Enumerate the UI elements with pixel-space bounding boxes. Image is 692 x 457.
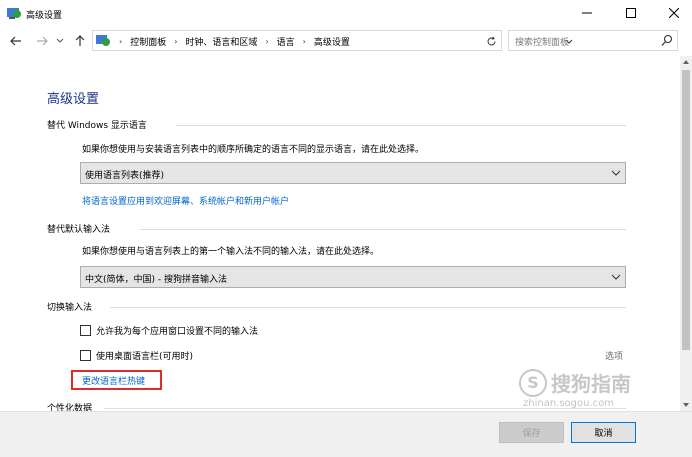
recent-locations-chevron-icon[interactable] <box>55 32 65 50</box>
display-language-section-label: 替代 Windows 显示语言 <box>47 121 147 131</box>
section-divider <box>176 125 626 126</box>
per-app-input-checkbox-row[interactable]: 允许我为每个应用窗口设置不同的输入法 <box>80 324 258 337</box>
default-input-description: 如果你想使用与语言列表上的第一个输入法不同的输入法，请在此处选择。 <box>82 247 380 257</box>
vertical-scrollbar[interactable] <box>680 56 692 411</box>
back-arrow-icon[interactable] <box>8 32 24 50</box>
breadcrumb-item-clock-language-region[interactable]: 时钟、语言和区域 <box>185 35 257 48</box>
search-icon[interactable] <box>661 34 673 48</box>
display-language-dropdown[interactable]: 使用语言列表(推荐) <box>80 162 626 184</box>
breadcrumb-item-advanced-settings[interactable]: 高级设置 <box>314 35 350 48</box>
default-input-selected: 中文(简体，中国) - 搜狗拼音输入法 <box>85 275 227 285</box>
title-bar: 高级设置 <box>0 0 692 28</box>
chevron-down-icon <box>611 168 621 178</box>
switch-input-section-label: 切换输入法 <box>47 303 93 313</box>
page-title: 高级设置 <box>47 92 100 107</box>
default-input-dropdown[interactable]: 中文(简体，中国) - 搜狗拼音输入法 <box>80 266 626 288</box>
per-app-input-label[interactable]: 允许我为每个应用窗口设置不同的输入法 <box>96 324 258 337</box>
save-button[interactable]: 保存 <box>499 422 564 443</box>
chevron-down-icon <box>611 272 621 282</box>
window-title: 高级设置 <box>26 11 63 21</box>
watermark-url: zhinan.sogou.com <box>523 398 615 409</box>
default-input-section-label: 替代默认输入法 <box>47 225 111 235</box>
desktop-language-bar-checkbox[interactable] <box>80 350 91 361</box>
minimize-button[interactable] <box>569 0 605 26</box>
apply-to-welcome-screen-link[interactable]: 将语言设置应用到欢迎屏幕、系统帐户和新用户帐户 <box>82 194 289 207</box>
sogou-watermark: S 搜狗指南 <box>519 368 631 397</box>
section-divider <box>110 307 626 308</box>
display-language-selected: 使用语言列表(推荐) <box>85 171 165 181</box>
breadcrumb-separator[interactable]: › <box>265 37 268 46</box>
sogou-logo-icon: S <box>519 368 547 397</box>
desktop-language-bar-label[interactable]: 使用桌面语言栏(可用时) <box>96 349 193 362</box>
refresh-icon[interactable] <box>483 32 499 50</box>
display-language-description: 如果你想使用与安装语言列表中的顺序所确定的语言不同的显示语言，请在此处选择。 <box>82 145 425 155</box>
up-arrow-icon[interactable] <box>72 32 88 50</box>
close-button[interactable] <box>656 0 692 26</box>
search-input[interactable]: 搜索控制面板 <box>508 30 678 51</box>
breadcrumb-item-control-panel[interactable]: 控制面板 <box>130 35 166 48</box>
control-panel-icon <box>95 33 111 48</box>
cancel-button[interactable]: 取消 <box>571 422 636 443</box>
forward-arrow-icon[interactable] <box>34 32 50 50</box>
search-placeholder: 搜索控制面板 <box>515 38 570 48</box>
scrollbar-thumb[interactable] <box>682 70 690 350</box>
navigation-bar: › 控制面板 › 时钟、语言和区域 › 语言 › 高级设置 搜索控制面板 <box>0 28 692 54</box>
control-panel-icon <box>6 6 22 20</box>
dialog-footer: 保存 取消 <box>0 411 692 457</box>
breadcrumb-separator[interactable]: › <box>174 37 177 46</box>
address-bar[interactable]: › 控制面板 › 时钟、语言和区域 › 语言 › 高级设置 <box>92 30 573 51</box>
breadcrumb-item-language[interactable]: 语言 <box>277 35 295 48</box>
personalization-section-label: 个性化数据 <box>47 404 93 411</box>
settings-content: 高级设置 替代 Windows 显示语言 如果你想使用与安装语言列表中的顺序所确… <box>0 56 680 411</box>
breadcrumb-separator[interactable]: › <box>303 37 306 46</box>
scroll-down-arrow-icon[interactable] <box>680 399 692 411</box>
scroll-up-arrow-icon[interactable] <box>680 56 692 68</box>
section-divider <box>140 229 626 230</box>
watermark-text: 搜狗指南 <box>551 372 631 396</box>
breadcrumb-separator: › <box>119 37 123 46</box>
desktop-language-bar-checkbox-row[interactable]: 使用桌面语言栏(可用时) <box>80 349 193 362</box>
breadcrumb: › 控制面板 › 时钟、语言和区域 › 语言 › 高级设置 <box>115 35 350 48</box>
language-bar-options-link[interactable]: 选项 <box>605 349 623 362</box>
per-app-input-checkbox[interactable] <box>80 325 91 336</box>
highlight-annotation-box <box>71 370 162 390</box>
maximize-button[interactable] <box>613 0 649 26</box>
